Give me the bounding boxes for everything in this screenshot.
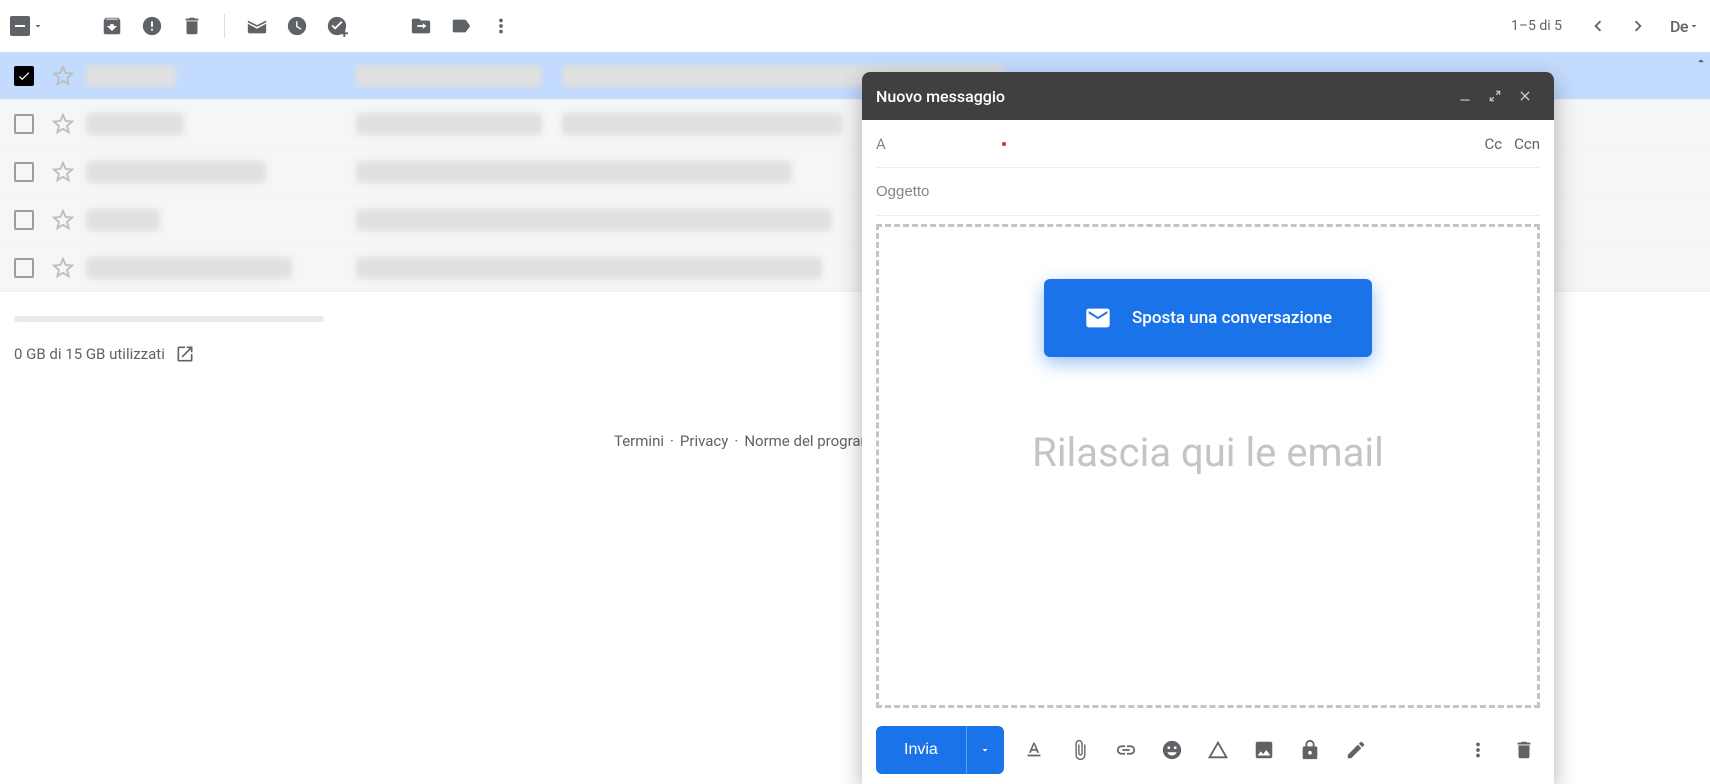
row-checkbox[interactable] [14,210,34,230]
star-icon[interactable] [52,257,74,279]
sender-blurred [86,161,266,183]
compose-title: Nuovo messaggio [876,87,1450,106]
pager-text: 1–5 di 5 [1511,18,1562,34]
emoji-button[interactable] [1156,734,1188,766]
sender-blurred [86,113,184,135]
storage-progress-bar [14,316,324,322]
send-button[interactable]: Invia [876,726,966,774]
subject-field-row [876,168,1540,216]
subject-blurred [356,161,792,183]
scrollbar-up-icon[interactable] [1694,54,1708,68]
spam-button[interactable] [132,6,172,46]
to-field-row: A Cc Ccn [876,120,1540,168]
compose-toolbar: Invia [862,716,1554,784]
labels-button[interactable] [441,6,481,46]
attach-button[interactable] [1064,734,1096,766]
move-conversation-chip[interactable]: Sposta una conversazione [1044,279,1372,357]
drop-zone-text: Rilascia qui le email [1032,429,1384,476]
subject-blurred [356,113,542,135]
subject-blurred [356,209,832,231]
fullscreen-button[interactable] [1480,81,1510,111]
toolbar-separator [224,14,225,38]
compose-drop-zone[interactable]: Sposta una conversazione Rilascia qui le… [876,224,1540,708]
terms-link[interactable]: Termini [614,432,664,450]
cc-button[interactable]: Cc [1484,135,1502,153]
compose-window: Nuovo messaggio A Cc Ccn Sposta una conv… [862,72,1554,784]
row-checkbox[interactable] [14,66,34,86]
archive-button[interactable] [92,6,132,46]
input-tools-label: De [1670,17,1688,36]
discard-draft-button[interactable] [1508,734,1540,766]
select-all-toggle[interactable] [10,16,44,36]
more-button[interactable] [481,6,521,46]
sender-blurred [86,257,292,279]
close-button[interactable] [1510,81,1540,111]
subject-blurred [562,113,842,135]
drive-button[interactable] [1202,734,1234,766]
footer-links: Termini·Privacy·Norme del programma [614,432,895,450]
main-toolbar: 1–5 di 5 De [0,0,1710,52]
compose-more-button[interactable] [1462,734,1494,766]
privacy-link[interactable]: Privacy [680,432,728,450]
chip-label: Sposta una conversazione [1132,308,1332,328]
sender-blurred [86,65,176,87]
storage-text: 0 GB di 15 GB utilizzati [14,345,165,363]
star-icon[interactable] [52,161,74,183]
cursor-dot-icon [1002,142,1006,146]
open-in-new-icon[interactable] [175,344,195,364]
delete-button[interactable] [172,6,212,46]
row-checkbox[interactable] [14,114,34,134]
pager-next-button[interactable] [1618,6,1658,46]
bcc-button[interactable]: Ccn [1514,135,1540,153]
formatting-button[interactable] [1018,734,1050,766]
compose-header[interactable]: Nuovo messaggio [862,72,1554,120]
subject-blurred [356,257,822,279]
subject-blurred [356,65,542,87]
confidential-button[interactable] [1294,734,1326,766]
to-input[interactable] [898,135,1473,152]
star-icon[interactable] [52,113,74,135]
minimize-button[interactable] [1450,81,1480,111]
snooze-button[interactable] [277,6,317,46]
move-to-button[interactable] [401,6,441,46]
send-options-button[interactable] [966,726,1004,774]
sender-blurred [86,209,160,231]
insert-link-button[interactable] [1110,734,1142,766]
row-checkbox[interactable] [14,258,34,278]
subject-input[interactable] [876,183,1540,200]
to-label: A [876,135,886,153]
row-checkbox[interactable] [14,162,34,182]
input-tools-button[interactable]: De [1670,17,1700,36]
star-icon[interactable] [52,65,74,87]
star-icon[interactable] [52,209,74,231]
signature-button[interactable] [1340,734,1372,766]
mail-icon [1084,304,1112,332]
mark-read-button[interactable] [237,6,277,46]
add-to-tasks-button[interactable] [317,6,357,46]
pager-prev-button[interactable] [1578,6,1618,46]
insert-image-button[interactable] [1248,734,1280,766]
